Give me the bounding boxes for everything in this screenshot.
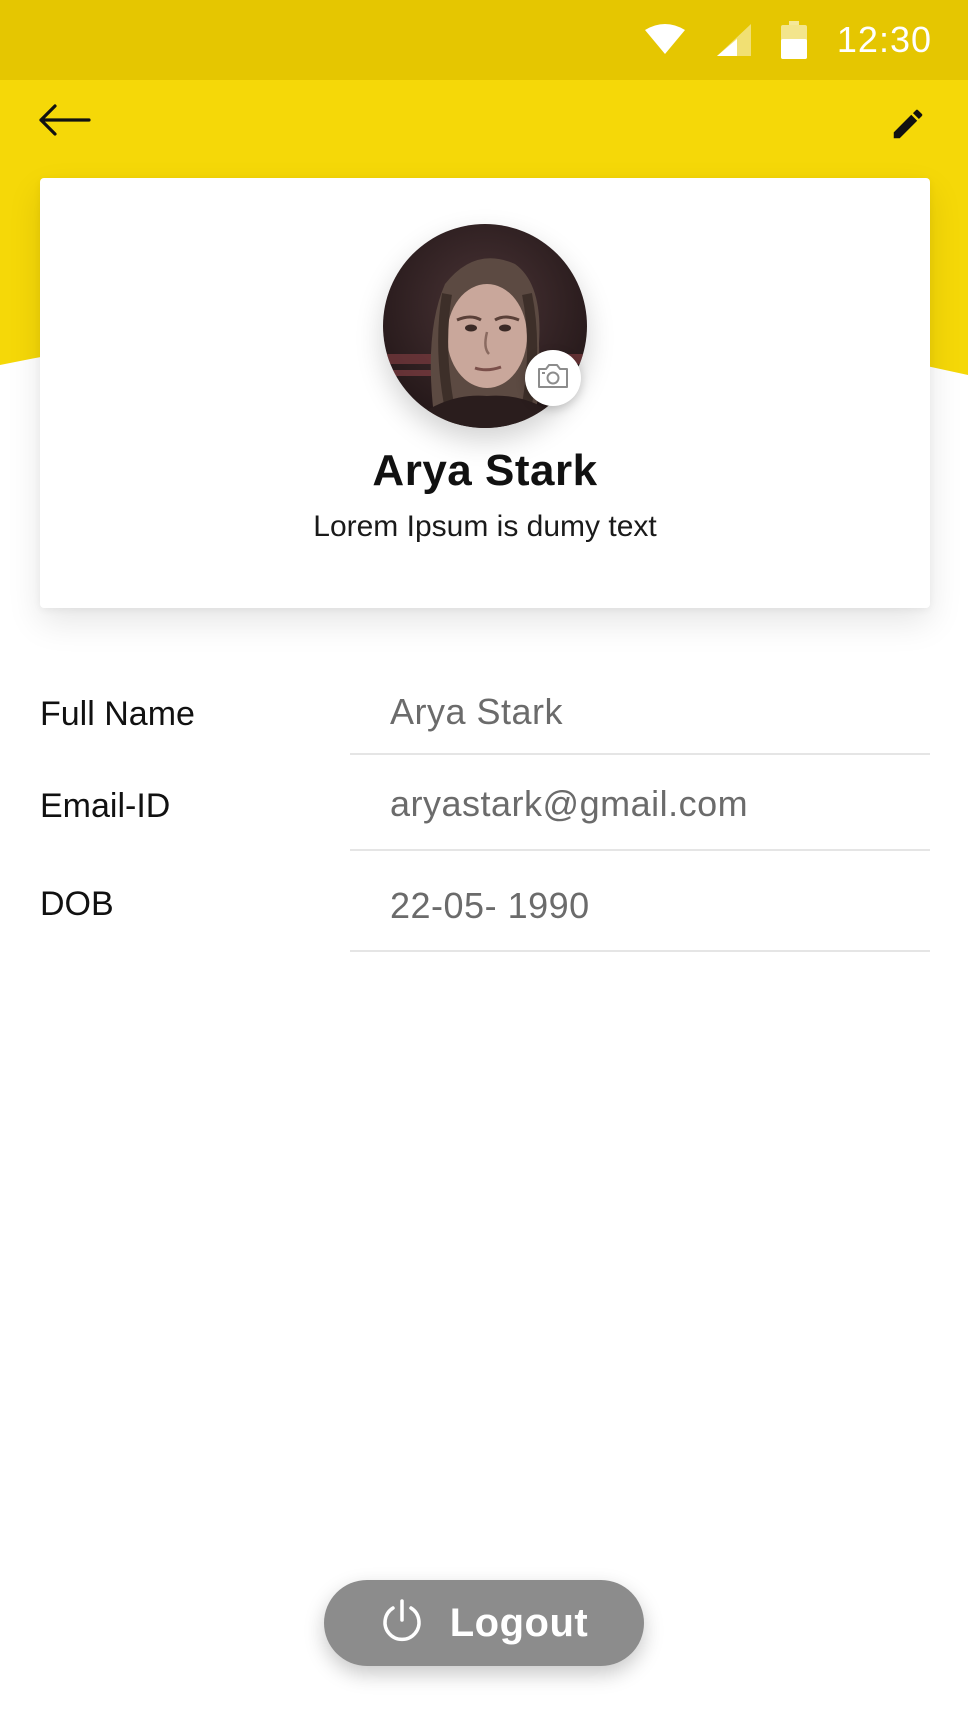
arrow-left-icon xyxy=(37,102,91,143)
battery-icon xyxy=(780,21,807,59)
status-bar: 12:30 xyxy=(0,0,968,80)
detail-label: Full Name xyxy=(40,695,195,733)
profile-tagline: Lorem Ipsum is dumy text xyxy=(313,510,657,543)
detail-row-full-name: Full Name Arya Stark xyxy=(40,665,930,755)
wifi-icon xyxy=(644,24,685,56)
status-time: 12:30 xyxy=(836,19,932,60)
full-name-field[interactable]: Arya Stark xyxy=(350,665,930,755)
signal-icon xyxy=(715,22,751,58)
pencil-icon xyxy=(889,105,927,148)
dob-field[interactable]: 22-05- 1990 xyxy=(350,851,930,952)
back-button[interactable] xyxy=(36,98,92,146)
detail-label: Email-ID xyxy=(40,787,171,825)
email-value: aryastark@gmail.com xyxy=(390,783,749,824)
detail-row-email: Email-ID aryastark@gmail.com xyxy=(40,755,930,851)
change-photo-button[interactable] xyxy=(525,350,581,406)
logout-button[interactable]: Logout xyxy=(324,1580,644,1666)
logout-label: Logout xyxy=(449,1600,589,1645)
email-field[interactable]: aryastark@gmail.com xyxy=(350,755,930,851)
edit-button[interactable] xyxy=(886,104,930,148)
profile-name: Arya Stark xyxy=(372,446,598,495)
camera-icon xyxy=(536,362,570,395)
dob-value: 22-05- 1990 xyxy=(390,885,590,926)
power-icon xyxy=(380,1598,424,1649)
detail-row-dob: DOB 22-05- 1990 xyxy=(40,851,930,952)
detail-label: DOB xyxy=(40,885,114,923)
profile-card: Arya Stark Lorem Ipsum is dumy text xyxy=(40,178,930,608)
full-name-value: Arya Stark xyxy=(390,691,564,732)
profile-screen: 12:30 Arya Stark Lorem Ipsum is dumy tex… xyxy=(0,0,968,1722)
